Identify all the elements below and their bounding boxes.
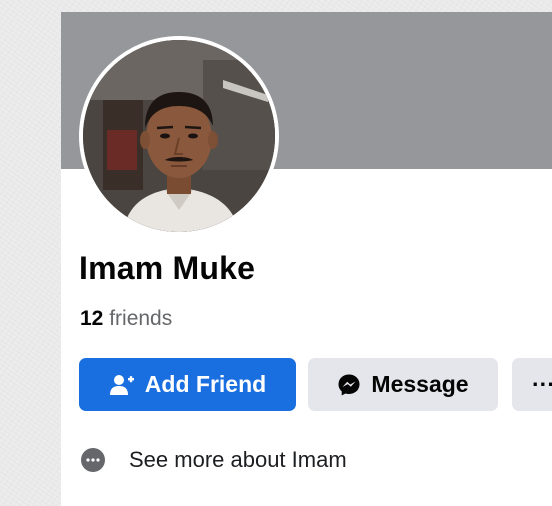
friends-label: friends <box>109 307 173 330</box>
see-more-about-label: See more about Imam <box>129 447 347 472</box>
more-dots-icon <box>81 448 105 472</box>
avatar[interactable] <box>83 40 275 232</box>
person-plus-icon <box>109 373 135 397</box>
friends-count[interactable]: 12 friends <box>80 307 172 331</box>
messenger-icon <box>337 373 361 397</box>
profile-name: Imam Muke <box>79 250 256 286</box>
see-more-about-link[interactable]: See more about Imam <box>79 444 347 476</box>
avatar-ring <box>79 36 279 236</box>
avatar-photo <box>83 40 275 232</box>
friends-number: 12 <box>80 307 104 330</box>
add-friend-label: Add Friend <box>144 371 267 397</box>
ellipsis-icon: ··· <box>532 371 552 397</box>
more-options-button[interactable]: ··· <box>512 358 552 411</box>
message-button[interactable]: Message <box>308 358 498 411</box>
message-label: Message <box>371 371 469 397</box>
add-friend-button[interactable]: Add Friend <box>79 358 296 411</box>
profile-card: Imam Muke 12 friends Add Friend Message … <box>61 12 552 506</box>
